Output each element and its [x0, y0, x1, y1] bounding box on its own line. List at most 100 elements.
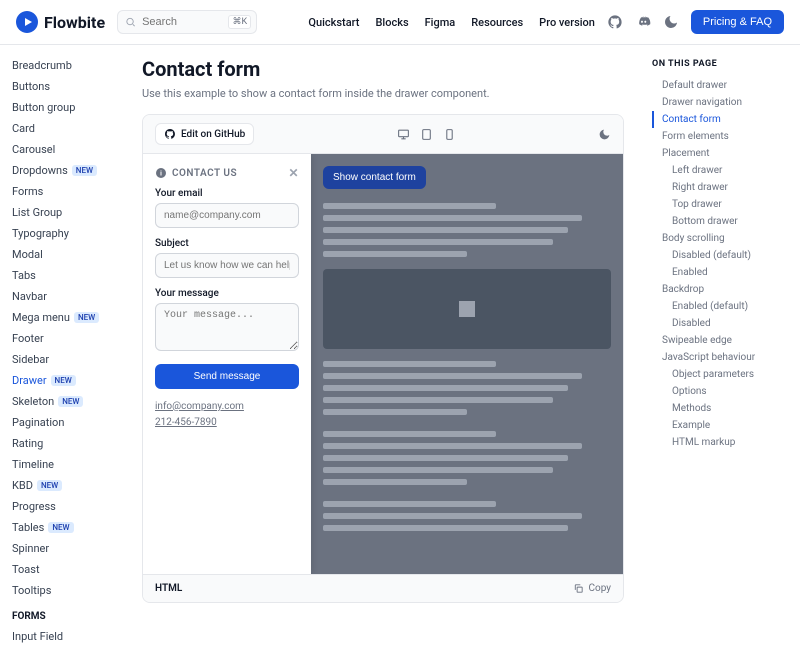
sidebar-item-typography[interactable]: Typography [12, 223, 126, 244]
toc-top-drawer[interactable]: Top drawer [652, 196, 788, 213]
tablet-icon[interactable] [420, 128, 433, 141]
show-contact-button[interactable]: Show contact form [323, 166, 426, 189]
sidebar-item-tooltips[interactable]: Tooltips [12, 580, 126, 601]
brand-name: Flowbite [44, 13, 105, 32]
discord-icon[interactable] [635, 14, 651, 30]
toc-heading: ON THIS PAGE [652, 59, 788, 69]
close-icon[interactable]: ✕ [288, 166, 299, 180]
contact-phone-link[interactable]: 212-456-7890 [155, 417, 217, 428]
nav-figma[interactable]: Figma [425, 16, 456, 29]
mobile-icon[interactable] [443, 128, 456, 141]
sidebar-item-tables[interactable]: TablesNEW [12, 517, 126, 538]
toc-methods[interactable]: Methods [652, 400, 788, 417]
sidebar-item-buttons[interactable]: Buttons [12, 76, 126, 97]
toc-object-parameters[interactable]: Object parameters [652, 366, 788, 383]
toc-example[interactable]: Example [652, 417, 788, 434]
new-badge: NEW [37, 480, 62, 491]
sidebar-item-mega-menu[interactable]: Mega menuNEW [12, 307, 126, 328]
toc-bottom-drawer[interactable]: Bottom drawer [652, 213, 788, 230]
sidebar-item-card[interactable]: Card [12, 118, 126, 139]
toc-enabled-default-[interactable]: Enabled (default) [652, 298, 788, 315]
sidebar-item-pagination[interactable]: Pagination [12, 412, 126, 433]
sidebar-item-spinner[interactable]: Spinner [12, 538, 126, 559]
sidebar-item-kbd[interactable]: KBDNEW [12, 475, 126, 496]
new-badge: NEW [74, 312, 99, 323]
send-button[interactable]: Send message [155, 364, 299, 389]
drawer-panel: CONTACT US ✕ Your email Subject Your mes… [143, 154, 311, 574]
toc-swipeable-edge[interactable]: Swipeable edge [652, 332, 788, 349]
new-badge: NEW [58, 396, 83, 407]
drawer-title: CONTACT US [172, 168, 237, 179]
toc-options[interactable]: Options [652, 383, 788, 400]
message-label: Your message [155, 288, 299, 299]
brand-logo[interactable]: Flowbite [16, 11, 105, 33]
toc-drawer-navigation[interactable]: Drawer navigation [652, 94, 788, 111]
sidebar-item-sidebar[interactable]: Sidebar [12, 349, 126, 370]
sidebar-item-carousel[interactable]: Carousel [12, 139, 126, 160]
email-input[interactable] [155, 203, 299, 228]
toc-backdrop[interactable]: Backdrop [652, 281, 788, 298]
toc-disabled-default-[interactable]: Disabled (default) [652, 247, 788, 264]
nav-pro-version[interactable]: Pro version [539, 16, 595, 29]
github-icon[interactable] [607, 14, 623, 30]
toc-disabled[interactable]: Disabled [652, 315, 788, 332]
search-icon [125, 17, 136, 28]
on-this-page: ON THIS PAGE Default drawerDrawer naviga… [640, 45, 800, 657]
pricing-button[interactable]: Pricing & FAQ [691, 10, 784, 34]
toc-enabled[interactable]: Enabled [652, 264, 788, 281]
sidebar-item-navbar[interactable]: Navbar [12, 286, 126, 307]
copy-button[interactable]: Copy [573, 583, 611, 594]
sidebar-item-toast[interactable]: Toast [12, 559, 126, 580]
html-tab[interactable]: HTML [155, 583, 182, 594]
subject-label: Subject [155, 238, 299, 249]
toc-left-drawer[interactable]: Left drawer [652, 162, 788, 179]
nav-blocks[interactable]: Blocks [375, 16, 408, 29]
top-nav: Quickstart Blocks Figma Resources Pro versio… [308, 16, 595, 29]
message-textarea[interactable] [155, 303, 299, 351]
sidebar-item-dropdowns[interactable]: DropdownsNEW [12, 160, 126, 181]
sidebar-item-input-field[interactable]: Input Field [12, 626, 126, 647]
sidebar-item-progress[interactable]: Progress [12, 496, 126, 517]
sidebar-item-breadcrumb[interactable]: Breadcrumb [12, 55, 126, 76]
sidebar-item-drawer[interactable]: DrawerNEW [12, 370, 126, 391]
sidebar-item-timeline[interactable]: Timeline [12, 454, 126, 475]
preview-canvas: CONTACT US ✕ Your email Subject Your mes… [143, 154, 623, 574]
toc-form-elements[interactable]: Form elements [652, 128, 788, 145]
toc-body-scrolling[interactable]: Body scrolling [652, 230, 788, 247]
moon-icon[interactable] [663, 14, 679, 30]
logo-icon [16, 11, 38, 33]
nav-quickstart[interactable]: Quickstart [308, 16, 359, 29]
email-label: Your email [155, 188, 299, 199]
subject-input[interactable] [155, 253, 299, 278]
toc-right-drawer[interactable]: Right drawer [652, 179, 788, 196]
sidebar-item-list-group[interactable]: List Group [12, 202, 126, 223]
sidebar-item-rating[interactable]: Rating [12, 433, 126, 454]
toc-placement[interactable]: Placement [652, 145, 788, 162]
search-shortcut: ⌘K [228, 15, 251, 29]
toc-contact-form[interactable]: Contact form [652, 111, 788, 128]
contact-info: info@company.com 212-456-7890 [155, 399, 299, 431]
sidebar-item-button-group[interactable]: Button group [12, 97, 126, 118]
left-sidebar: BreadcrumbButtonsButton groupCardCarouse… [0, 45, 126, 657]
page-title: Contact form [142, 57, 624, 81]
toc-javascript-behaviour[interactable]: JavaScript behaviour [652, 349, 788, 366]
toc-default-drawer[interactable]: Default drawer [652, 77, 788, 94]
nav-resources[interactable]: Resources [471, 16, 523, 29]
main-content: Contact form Use this example to show a … [126, 45, 640, 657]
image-placeholder-icon [323, 269, 611, 349]
copy-icon [573, 583, 584, 594]
sidebar-item-skeleton[interactable]: SkeletonNEW [12, 391, 126, 412]
toc-html-markup[interactable]: HTML markup [652, 434, 788, 451]
page-subtitle: Use this example to show a contact form … [142, 87, 624, 100]
preview-toolbar: Edit on GitHub [143, 115, 623, 154]
sidebar-item-modal[interactable]: Modal [12, 244, 126, 265]
contact-email-link[interactable]: info@company.com [155, 401, 244, 412]
sidebar-item-forms[interactable]: Forms [12, 181, 126, 202]
sidebar-item-footer[interactable]: Footer [12, 328, 126, 349]
dark-mode-icon[interactable] [598, 128, 611, 141]
sidebar-item-tabs[interactable]: Tabs [12, 265, 126, 286]
github-icon [164, 128, 176, 140]
edit-github-button[interactable]: Edit on GitHub [155, 123, 254, 145]
desktop-icon[interactable] [397, 128, 410, 141]
sidebar-heading-forms: FORMS [12, 601, 126, 626]
